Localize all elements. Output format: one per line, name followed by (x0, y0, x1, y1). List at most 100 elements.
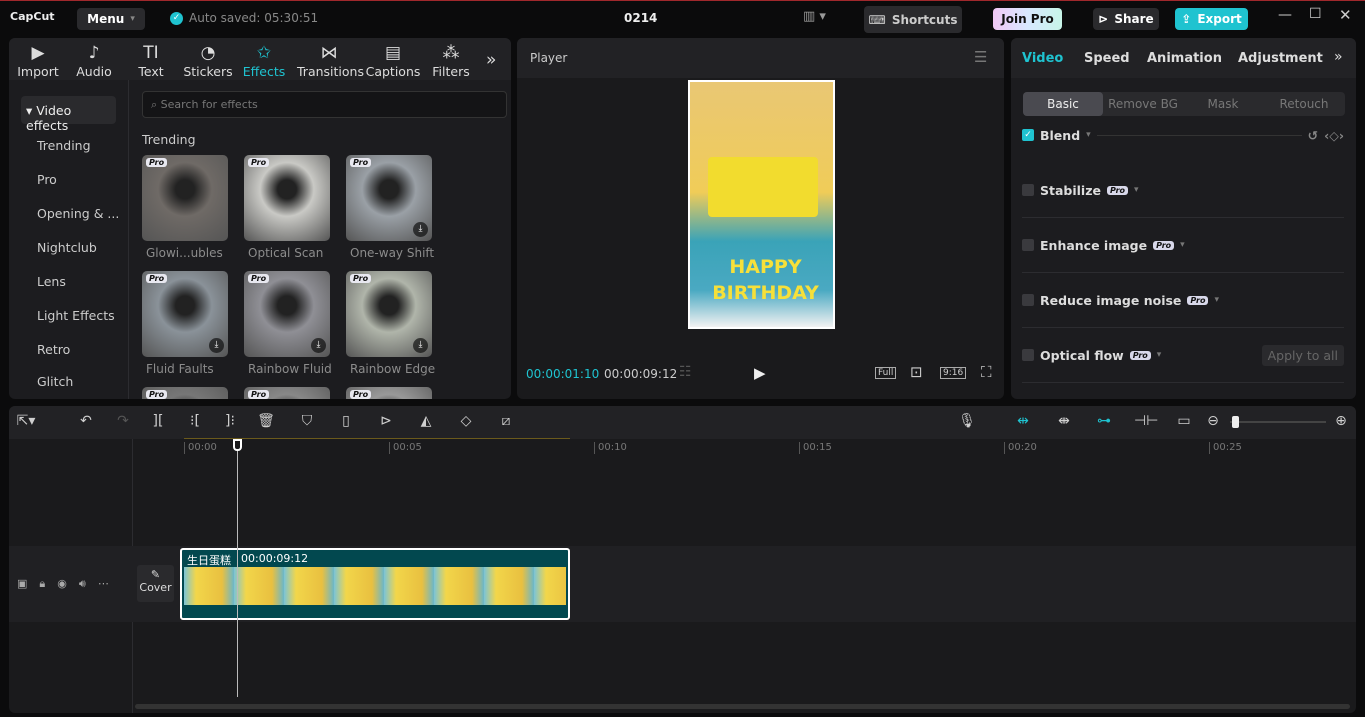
effect-card[interactable]: Pro (142, 155, 228, 241)
option-stabilize[interactable]: Stabilize Pro ▾ (1022, 163, 1344, 218)
crop-icon[interactable]: ⧄ (496, 413, 516, 429)
tab-captions[interactable]: ▤ Captions (364, 42, 422, 79)
category-trending[interactable]: Trending (37, 138, 91, 153)
download-icon[interactable]: ⤓ (413, 338, 428, 353)
zoom-out-icon[interactable]: ⊖ (1203, 413, 1223, 429)
subtab-remove-bg[interactable]: Remove BG (1103, 92, 1183, 116)
menu-button[interactable]: Menu ▾ (77, 8, 145, 30)
tab-transitions[interactable]: ⋈ Transitions (297, 42, 364, 79)
checkbox[interactable] (1022, 184, 1034, 196)
reset-icon[interactable]: ↺ (1308, 128, 1318, 143)
video-preview[interactable]: HAPPY BIRTHDAY (688, 80, 835, 329)
tab-animation[interactable]: Animation (1147, 51, 1222, 66)
timecode-list-icon[interactable]: ☷ (679, 364, 692, 380)
microphone-icon[interactable]: 🎙 (957, 413, 977, 429)
layout-icon[interactable]: ▥ ▾ (803, 9, 826, 24)
full-quality-button[interactable]: Full (875, 367, 897, 379)
category-nightclub[interactable]: Nightclub (37, 240, 97, 255)
linkage-icon[interactable]: ⊶ (1094, 413, 1114, 429)
download-icon[interactable]: ⤓ (311, 338, 326, 353)
player-menu-icon[interactable]: ☰ (974, 48, 987, 66)
track-video-icon[interactable]: ▣ (17, 577, 27, 591)
more-tabs-icon[interactable]: » (486, 50, 496, 70)
effects-search[interactable]: ⌕ Search for effects (142, 91, 507, 118)
video-clip[interactable]: 生日蛋糕 00:00:09:12 (180, 548, 570, 620)
delete-icon[interactable]: 🗑 (256, 413, 276, 429)
option-reduce-noise[interactable]: Reduce image noise Pro ▾ (1022, 273, 1344, 328)
effect-card[interactable]: Pro ⤓ (346, 271, 432, 357)
join-pro-button[interactable]: Join Pro (993, 8, 1062, 30)
zoom-fit-icon[interactable]: ⊡ (910, 363, 923, 381)
share-button[interactable]: ⊳ Share (1093, 8, 1159, 30)
tab-import[interactable]: ▶ Import (9, 42, 67, 79)
marker-icon[interactable]: ⛉ (297, 413, 317, 429)
timeline-preview-icon[interactable]: ▭ (1174, 413, 1194, 429)
more-icon[interactable]: ⋯ (98, 577, 109, 591)
subtab-basic[interactable]: Basic (1023, 92, 1103, 116)
effect-card[interactable]: Pro ⤓ (244, 271, 330, 357)
tab-adjustment[interactable]: Adjustment (1238, 51, 1323, 66)
select-tool-icon[interactable]: ⇱▾ (16, 413, 36, 429)
split-right-icon[interactable]: ]⁝ (220, 413, 240, 429)
tab-effects[interactable]: ✩ Effects (235, 42, 293, 79)
fullscreen-icon[interactable]: ⛶ (981, 363, 992, 381)
option-blend[interactable]: ✓ Blend ▾ ↺ ‹◇› (1022, 121, 1344, 149)
option-optical-flow[interactable]: Optical flow Pro ▾ Apply to all (1022, 328, 1344, 383)
effect-card[interactable]: Pro ⤓ (346, 155, 432, 241)
preview-axis-icon[interactable]: ⊣⊢ (1134, 413, 1158, 429)
category-pro[interactable]: Pro (37, 172, 57, 187)
more-tabs-icon[interactable]: » (1334, 49, 1343, 65)
aspect-ratio-button[interactable]: 9:16 (940, 367, 967, 379)
blend-checkbox[interactable]: ✓ (1022, 129, 1034, 141)
tab-stickers[interactable]: ◔ Stickers (179, 42, 237, 79)
subtab-mask[interactable]: Mask (1183, 92, 1263, 116)
freeze-icon[interactable]: ▯ (336, 413, 356, 429)
playhead[interactable] (233, 439, 242, 697)
effect-card[interactable]: Pro ⤓ (142, 271, 228, 357)
video-effects-dropdown[interactable]: ▾ Video effects (21, 96, 116, 133)
reverse-play-icon[interactable]: ⊳ (376, 413, 396, 429)
eye-icon[interactable]: ◉ (57, 577, 67, 591)
category-lens[interactable]: Lens (37, 274, 66, 289)
auto-snap-icon[interactable]: ⇼ (1054, 413, 1074, 429)
close-button[interactable]: ✕ (1339, 6, 1352, 24)
shortcuts-button[interactable]: ⌨ Shortcuts (864, 6, 962, 33)
effect-card[interactable]: Pro (142, 387, 228, 399)
apply-to-all-button[interactable]: Apply to all (1261, 344, 1344, 366)
category-retro[interactable]: Retro (37, 342, 70, 357)
category-light-effects[interactable]: Light Effects (37, 308, 115, 323)
tab-filters[interactable]: ⁂ Filters (422, 42, 480, 79)
volume-icon[interactable]: 🔊︎ (79, 577, 86, 591)
download-icon[interactable]: ⤓ (209, 338, 224, 353)
lock-icon[interactable]: 🔒︎ (39, 577, 45, 591)
zoom-in-icon[interactable]: ⊕ (1331, 413, 1351, 429)
rotate-icon[interactable]: ◇ (456, 413, 476, 429)
export-button[interactable]: ⇪ Export (1175, 8, 1248, 30)
tab-video[interactable]: Video (1022, 51, 1063, 66)
split-left-icon[interactable]: ⁝[ (185, 413, 205, 429)
option-enhance-image[interactable]: Enhance image Pro ▾ (1022, 218, 1344, 273)
keyframe-icon[interactable]: ‹◇› (1324, 128, 1344, 143)
tab-speed[interactable]: Speed (1084, 51, 1130, 66)
minimize-button[interactable]: — (1278, 7, 1292, 23)
category-glitch[interactable]: Glitch (37, 374, 73, 389)
effect-card[interactable]: Pro (346, 387, 432, 399)
horizontal-scrollbar[interactable] (135, 704, 1350, 709)
zoom-slider[interactable] (1230, 416, 1326, 428)
zoom-slider-handle[interactable] (1232, 416, 1239, 428)
checkbox[interactable] (1022, 294, 1034, 306)
mirror-icon[interactable]: ◭ (416, 413, 436, 429)
category-opening[interactable]: Opening & ... (37, 206, 119, 221)
checkbox[interactable] (1022, 349, 1034, 361)
undo-icon[interactable]: ↶ (76, 413, 96, 429)
redo-icon[interactable]: ↷ (113, 413, 133, 429)
maximize-button[interactable]: ☐ (1309, 6, 1322, 22)
play-button[interactable]: ▶ (754, 364, 766, 382)
checkbox[interactable] (1022, 239, 1034, 251)
effect-card[interactable]: Pro (244, 387, 330, 399)
tab-text[interactable]: TI Text (122, 42, 180, 79)
effect-card[interactable]: Pro (244, 155, 330, 241)
main-track-magnet-icon[interactable]: ⇹ (1013, 413, 1033, 429)
subtab-retouch[interactable]: Retouch (1263, 92, 1345, 116)
cover-button[interactable]: ✎ Cover (137, 565, 174, 602)
